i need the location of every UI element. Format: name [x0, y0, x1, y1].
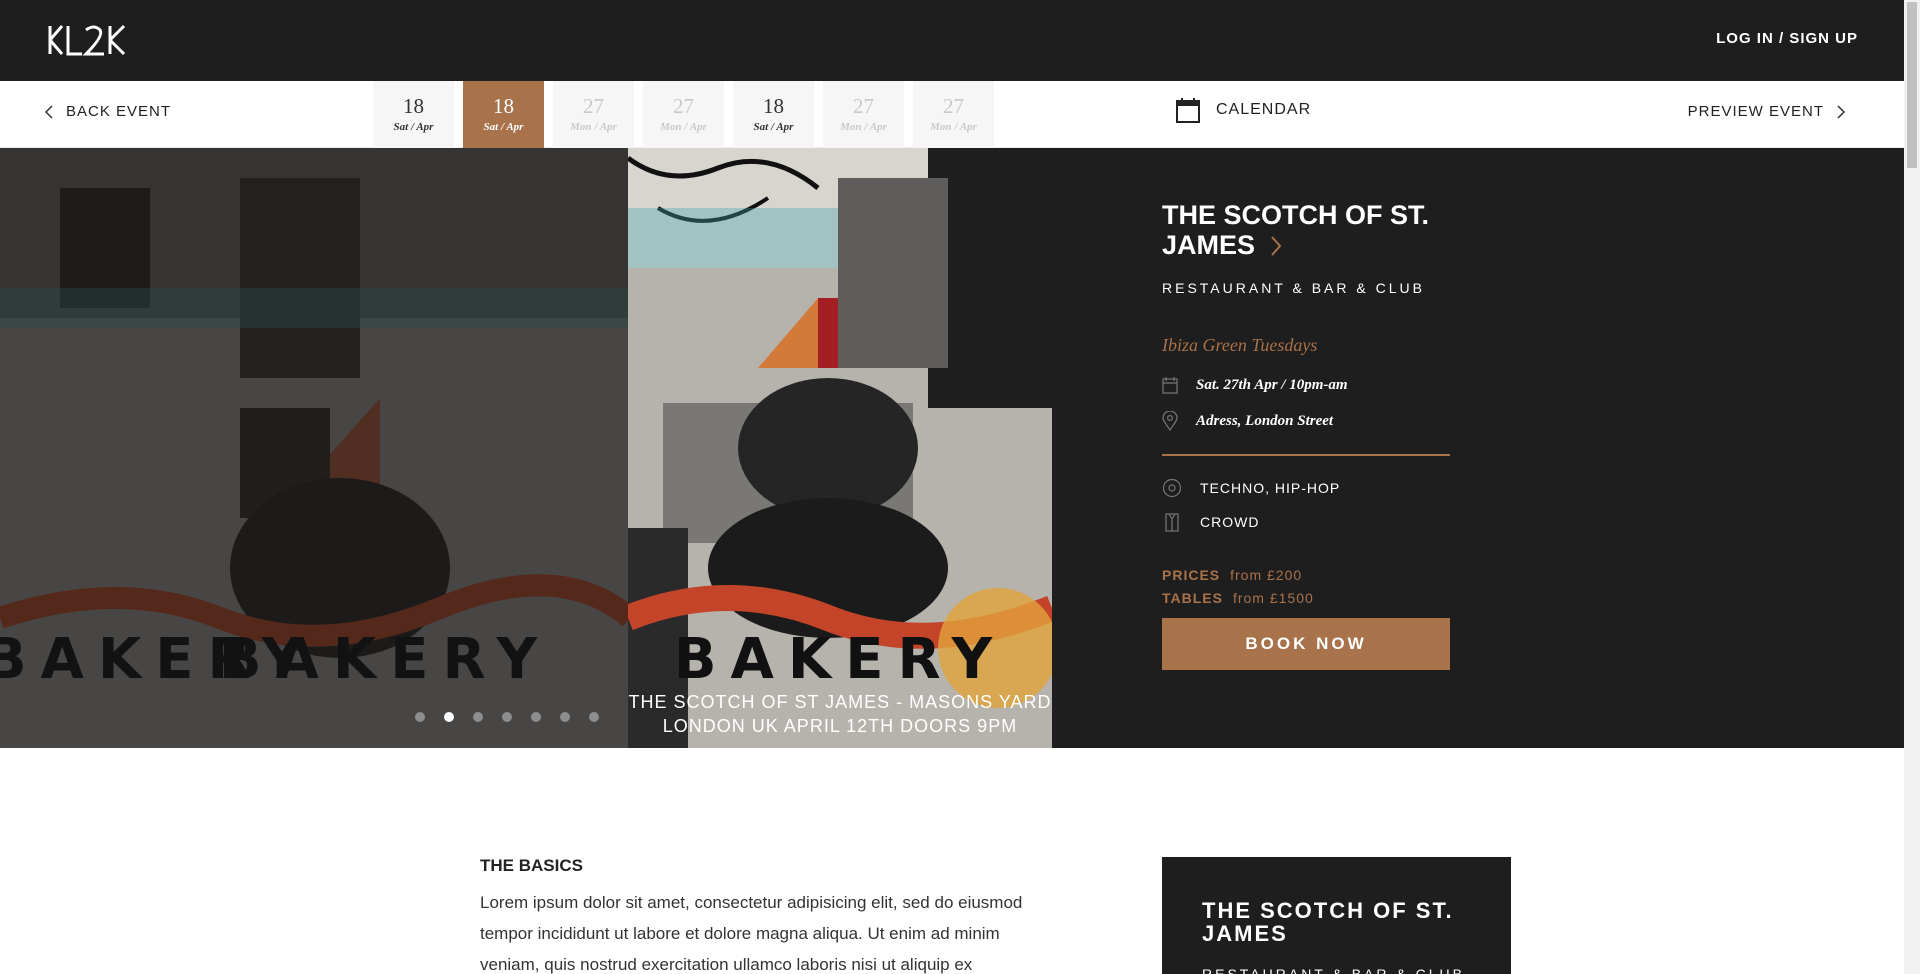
- date-tab[interactable]: 27 Mon / Apr: [913, 81, 994, 148]
- date-tab[interactable]: 27 Mon / Apr: [553, 81, 634, 148]
- page-scrollbar[interactable]: [1904, 0, 1920, 974]
- slide-overlay: [0, 148, 630, 748]
- date-tab-month: Mon / Apr: [570, 121, 617, 133]
- slider-dot[interactable]: [589, 712, 599, 722]
- event-datetime: Sat. 27th Apr / 10pm-am: [1162, 376, 1348, 394]
- date-tab-month: Mon / Apr: [930, 121, 977, 133]
- date-tab-day: 18: [403, 94, 424, 118]
- event-subnav: BACK EVENT 18 Sat / Apr 18 Sat / Apr 27 Mon /…: [0, 81, 1904, 148]
- poster-slide-active[interactable]: BAKERY THE SCOTCH OF ST JAMES - MASONS Y…: [628, 148, 1052, 748]
- tables-row: TABLES from £1500: [1162, 590, 1314, 606]
- calendar-icon: [1162, 377, 1178, 394]
- slider-dot[interactable]: [473, 712, 483, 722]
- venue-card-title: THE SCOTCH OF ST. JAMES: [1202, 898, 1454, 946]
- date-tab[interactable]: 18 Sat / Apr: [373, 81, 454, 148]
- date-tab-day: 27: [943, 94, 964, 118]
- top-bar: LOG IN / SIGN UP: [0, 0, 1904, 81]
- calendar-icon: [1176, 98, 1200, 123]
- date-tab-month: Mon / Apr: [660, 121, 707, 133]
- crowd-info: CROWD: [1162, 512, 1259, 532]
- basics-text: Lorem ipsum dolor sit amet, consectetur …: [480, 893, 1023, 974]
- scrollbar-thumb[interactable]: [1907, 2, 1917, 168]
- map-pin-icon: [1162, 411, 1178, 431]
- date-tab-month: Mon / Apr: [840, 121, 887, 133]
- date-tab-day: 27: [583, 94, 604, 118]
- date-tab[interactable]: 18 Sat / Apr: [733, 81, 814, 148]
- date-tab[interactable]: 18 Sat / Apr: [463, 81, 544, 148]
- prices-label: PRICES: [1162, 567, 1221, 583]
- slider-dot[interactable]: [415, 712, 425, 722]
- date-tab[interactable]: 27 Mon / Apr: [823, 81, 904, 148]
- date-tab-day: 27: [673, 94, 694, 118]
- chevron-right-icon: [1837, 104, 1846, 119]
- poster-subtitle-line-2: LONDON UK APRIL 12TH DOORS 9PM: [662, 716, 1018, 736]
- slider-dots: [415, 712, 599, 722]
- slider-dot[interactable]: [560, 712, 570, 722]
- login-signup-link[interactable]: LOG IN / SIGN UP: [1716, 30, 1858, 47]
- date-tab-month: Sat / Apr: [483, 121, 524, 133]
- basics-heading: THE BASICS: [480, 856, 583, 875]
- date-tab-month: Sat / Apr: [753, 121, 794, 133]
- date-tab-day: 18: [763, 94, 784, 118]
- event-address-text: Adress, London Street: [1196, 412, 1334, 429]
- event-address: Adress, London Street: [1162, 411, 1333, 431]
- back-event-button[interactable]: BACK EVENT: [44, 103, 171, 120]
- poster-title: BAKERY: [673, 627, 1007, 692]
- prices-value: from £200: [1230, 567, 1303, 583]
- date-tab[interactable]: 27 Mon / Apr: [643, 81, 724, 148]
- date-selector: 18 Sat / Apr 18 Sat / Apr 27 Mon / Apr 27 Mon /…: [373, 81, 994, 148]
- venue-card: THE SCOTCH OF ST. JAMES RESTAURANT & BAR…: [1162, 857, 1511, 974]
- date-tab-day: 27: [853, 94, 874, 118]
- klek-logo[interactable]: [46, 22, 140, 58]
- event-name: Ibiza Green Tuesdays: [1162, 335, 1318, 355]
- venue-name[interactable]: THE SCOTCH OF ST. JAMES: [1162, 200, 1462, 260]
- info-divider: [1162, 454, 1450, 456]
- venue-type: RESTAURANT & BAR & CLUB: [1162, 280, 1425, 296]
- music-genres: TECHNO, HIP-HOP: [1162, 478, 1340, 498]
- music-genres-text: TECHNO, HIP-HOP: [1200, 480, 1341, 496]
- event-datetime-text: Sat. 27th Apr / 10pm-am: [1196, 376, 1348, 393]
- calendar-label: CALENDAR: [1216, 101, 1312, 118]
- poster-subtitle: THE SCOTCH OF ST JAMES - MASONS YARD LON…: [628, 690, 1052, 738]
- preview-event-label: PREVIEW EVENT: [1687, 103, 1824, 120]
- venue-card-subtitle: RESTAURANT & BAR & CLUB: [1202, 966, 1465, 974]
- event-hero: BAKERY BAKERY BAKERY THE SCOTCH OF ST JA…: [0, 148, 1904, 748]
- prices-row: PRICES from £200: [1162, 567, 1302, 583]
- dress-code-icon: [1165, 513, 1179, 532]
- tables-value: from £1500: [1232, 590, 1314, 606]
- date-tab-day: 18: [493, 94, 514, 118]
- poster-slide-background: BAKERY BAKERY: [0, 148, 630, 748]
- chevron-left-icon: [44, 104, 53, 119]
- book-now-button[interactable]: BOOK NOW: [1162, 618, 1450, 670]
- date-tab-month: Sat / Apr: [393, 121, 434, 133]
- slider-dot[interactable]: [531, 712, 541, 722]
- slider-dot[interactable]: [502, 712, 512, 722]
- preview-event-button[interactable]: PREVIEW EVENT: [1688, 103, 1846, 120]
- crowd-text: CROWD: [1200, 514, 1260, 530]
- venue-name-text: THE SCOTCH OF ST. JAMES: [1162, 200, 1430, 260]
- music-icon: [1162, 478, 1182, 498]
- calendar-button[interactable]: CALENDAR: [1176, 97, 1311, 123]
- slider-dot[interactable]: [444, 712, 454, 722]
- poster-subtitle-line-1: THE SCOTCH OF ST JAMES - MASONS YARD: [628, 692, 1052, 712]
- chevron-right-icon: [1270, 236, 1281, 256]
- tables-label: TABLES: [1162, 590, 1223, 606]
- back-event-label: BACK EVENT: [66, 103, 172, 120]
